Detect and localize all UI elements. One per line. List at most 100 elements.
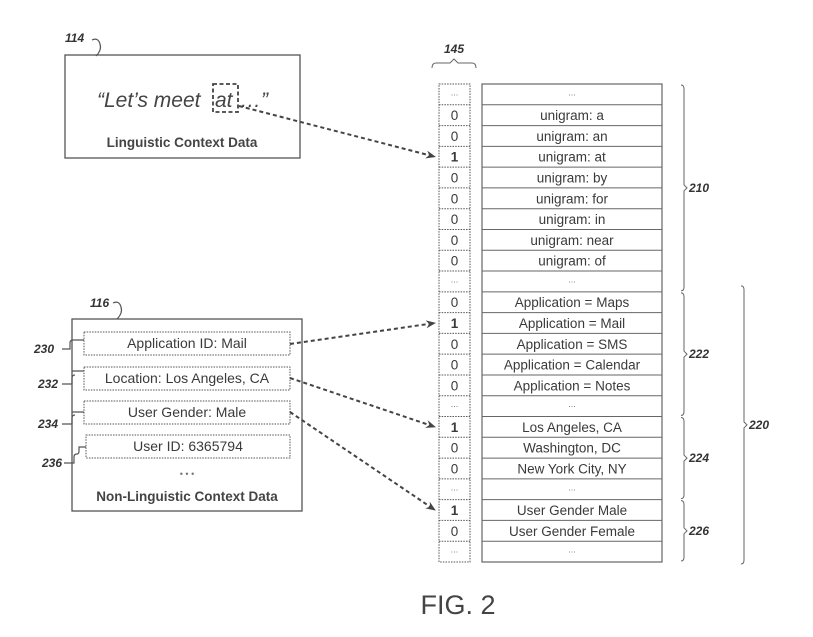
group-brace-224: 224 <box>680 417 709 500</box>
brace-shape <box>680 417 688 500</box>
feature-vector-table: ... ...0 unigram: a0 unigram: an1 unigram: a… <box>438 83 663 563</box>
bit-value: 0 <box>451 358 459 373</box>
feature-name: unigram: at <box>538 150 606 165</box>
group-brace-220: 220 <box>740 285 769 565</box>
bit-value: 1 <box>451 150 459 165</box>
table-row: 0 Application = Calendar <box>439 353 662 373</box>
bit-value: 0 <box>451 212 459 227</box>
bit-value: 0 <box>451 233 459 248</box>
feature-name: User Gender Female <box>509 524 635 539</box>
feature-name: Application = Maps <box>515 295 630 310</box>
group-brace-210: 210 <box>680 84 709 292</box>
feature-name: unigram: an <box>536 129 607 144</box>
non-linguistic-context-box: 116 Application ID: Mail 230 Location: L… <box>33 296 303 512</box>
table-row: ...... <box>439 270 662 284</box>
table-row: ...... <box>451 87 576 97</box>
quote-prefix: “Let’s meet <box>97 89 202 112</box>
table-row: 1 unigram: at <box>439 145 662 165</box>
bit-value: ... <box>451 399 459 409</box>
table-row: 1 Application = Mail <box>439 312 662 331</box>
group-brace-222: 222 <box>680 292 709 417</box>
group-braces: 210 222 224 226 220 <box>680 84 769 565</box>
ref-leader-114 <box>91 38 102 57</box>
ref-leader-234 <box>62 411 84 425</box>
table-row: 0 unigram: by <box>439 166 662 186</box>
ref-label-236: 236 <box>41 456 62 470</box>
bit-value: 0 <box>451 191 459 206</box>
table-row: ...... <box>439 540 662 555</box>
diagram-canvas: 114 “Let’s meet at …” Linguistic Context… <box>33 31 769 620</box>
arrow-highlighted-word <box>238 105 436 159</box>
item-label-230: Application ID: Mail <box>127 335 247 351</box>
context-item-234: User Gender: Male 234 <box>37 400 291 431</box>
table-row: 0 unigram: near <box>439 228 662 248</box>
bit-value: 0 <box>451 461 459 476</box>
ref-leader-230 <box>62 339 84 350</box>
table-row: 0 Washington, DC <box>439 436 662 456</box>
feature-name: unigram: in <box>539 212 606 227</box>
ref-label-224: 224 <box>688 451 709 465</box>
arrow-230 <box>289 320 436 345</box>
bit-value: 0 <box>451 524 459 539</box>
table-row: 0 User Gender Female <box>439 519 662 539</box>
linguistic-box-title: Linguistic Context Data <box>107 135 258 150</box>
brace-shape <box>680 500 688 562</box>
ref-label-232: 232 <box>37 377 58 391</box>
feature-name: Los Angeles, CA <box>522 420 622 435</box>
table-row: 0 Application = SMS <box>439 332 662 352</box>
feature-name: User Gender Male <box>517 503 627 518</box>
vector-ref-145: 145 <box>431 42 477 69</box>
ref-label-230: 230 <box>33 342 54 356</box>
bit-value: ... <box>451 545 459 555</box>
ref-label-234: 234 <box>37 417 58 431</box>
ref-label-114: 114 <box>65 31 84 45</box>
table-row: 0 unigram: in <box>439 208 662 227</box>
quote-suffix: …” <box>240 89 269 112</box>
bit-value: 0 <box>451 337 459 352</box>
feature-name: ... <box>568 399 576 409</box>
ref-label-210: 210 <box>688 181 709 195</box>
ref-label-226: 226 <box>688 524 709 538</box>
brace-shape <box>740 285 748 565</box>
ref-leader-116 <box>112 301 123 320</box>
table-row: 0 unigram: of <box>439 249 662 269</box>
feature-name: unigram: by <box>537 171 608 186</box>
items-ellipsis: • • • <box>180 469 194 479</box>
table-row: 0 Application = Notes <box>439 374 662 393</box>
vector-brace <box>431 58 477 69</box>
table-row: ...... <box>439 478 662 492</box>
table-row: 0 unigram: a <box>439 104 662 123</box>
bit-value: ... <box>451 87 459 97</box>
context-item-236: User ID: 6365794 236 <box>41 434 291 470</box>
ref-label-220: 220 <box>748 418 769 432</box>
feature-name: unigram: for <box>536 191 609 206</box>
bit-value: ... <box>451 274 459 284</box>
ref-label-145: 145 <box>444 42 464 56</box>
bit-value: 0 <box>451 295 459 310</box>
non-linguistic-box-title: Non-Linguistic Context Data <box>96 489 278 504</box>
bit-value: 1 <box>451 420 459 435</box>
feature-name: Application = Notes <box>514 378 631 393</box>
brace-shape <box>680 84 688 292</box>
figure-label: FIG. 2 <box>420 590 495 620</box>
highlighted-word: at <box>215 89 234 112</box>
arrow-232 <box>289 377 436 428</box>
brace-shape <box>680 292 688 417</box>
linguistic-context-box: 114 “Let’s meet at …” Linguistic Context… <box>64 31 301 159</box>
feature-name: unigram: a <box>540 108 604 123</box>
feature-name: ... <box>568 87 576 97</box>
table-row: ...... <box>439 395 662 409</box>
bit-value: 0 <box>451 378 459 393</box>
feature-name: Application = Calendar <box>504 358 641 373</box>
ref-leader-236 <box>64 446 86 464</box>
bit-value: 1 <box>451 316 459 331</box>
feature-name: Application = SMS <box>517 337 628 352</box>
feature-name: ... <box>568 545 576 555</box>
bit-value: 1 <box>451 503 459 518</box>
feature-name: New York City, NY <box>517 461 626 476</box>
item-label-236: User ID: 6365794 <box>133 438 243 454</box>
bit-value: ... <box>451 482 459 492</box>
item-label-234: User Gender: Male <box>128 404 246 420</box>
feature-name: unigram: near <box>530 233 614 248</box>
item-label-232: Location: Los Angeles, CA <box>105 370 270 386</box>
